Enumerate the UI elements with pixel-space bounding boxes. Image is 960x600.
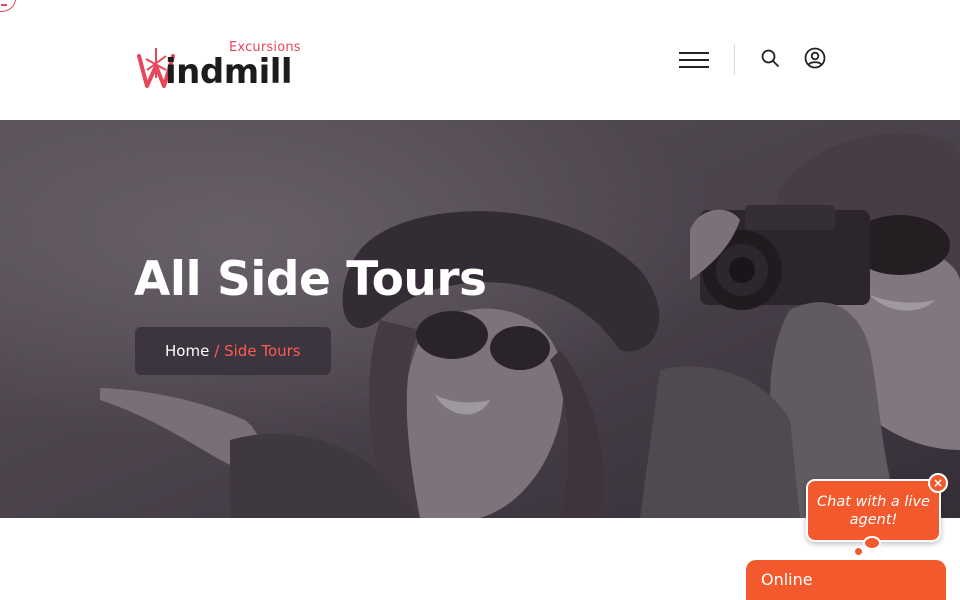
hamburger-line [679,59,709,61]
user-circle-icon [804,47,826,69]
hamburger-icon [679,52,709,54]
account-button[interactable] [803,46,827,70]
corner-badge-icon [0,0,16,12]
page-title: All Side Tours [134,252,487,307]
page: Excursions indmill All Side Tours Home /… [0,0,960,600]
breadcrumb: Home / Side Tours [135,327,331,375]
menu-button[interactable] [679,50,711,70]
chat-close-icon[interactable]: × [928,473,948,493]
search-button[interactable] [758,46,782,70]
site-logo[interactable]: Excursions indmill [137,30,307,92]
chat-bubble-tail [863,536,881,550]
chat-invite-text: Chat with a live agent! [817,493,930,528]
chat-launcher[interactable]: Online [746,560,946,600]
chat-invite-bubble[interactable]: Chat with a live agent! [806,479,941,542]
logo-wordmark: indmill [165,52,293,92]
hero-overlay [0,120,960,518]
chat-bubble-tail-dot [853,546,864,557]
chat-status-label: Online [761,570,813,589]
breadcrumb-current: / Side Tours [214,342,301,360]
hero-banner: All Side Tours Home / Side Tours [0,120,960,518]
header-divider [734,44,735,75]
site-header: Excursions indmill [0,0,960,120]
search-icon [761,49,779,67]
breadcrumb-home-link[interactable]: Home [165,342,209,360]
hamburger-line [679,66,709,68]
